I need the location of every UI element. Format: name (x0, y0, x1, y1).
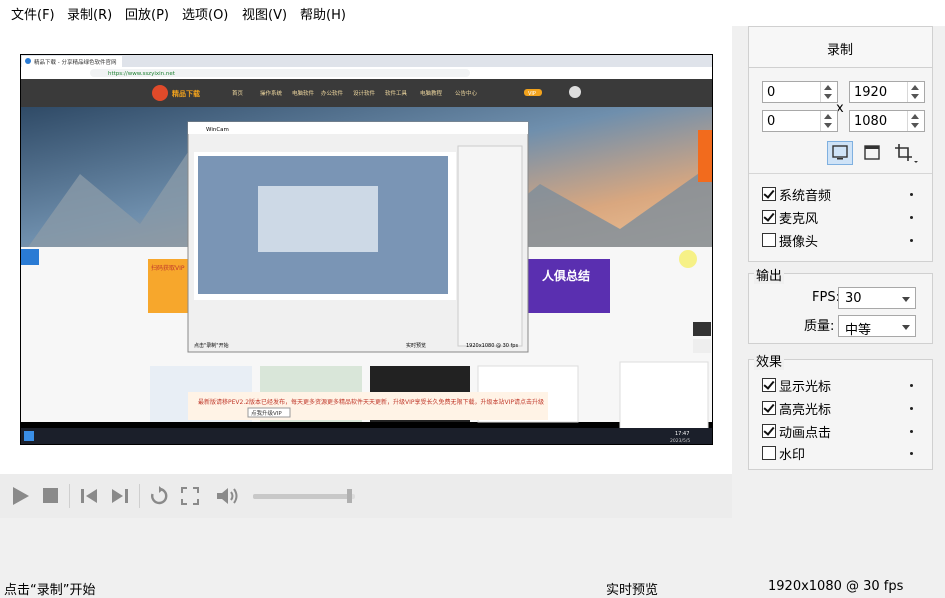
fps-select[interactable]: 30 (838, 287, 916, 309)
height-arrows[interactable] (907, 111, 924, 131)
skip-start-icon[interactable] (79, 486, 99, 506)
width-value: 1920 (854, 85, 888, 100)
svg-text:VIP: VIP (528, 91, 536, 97)
microphone-checkbox[interactable] (762, 210, 776, 224)
status-bar: 点击“录制”开始 实时预览 1920x1080 @ 30 fps (0, 576, 945, 598)
svg-text:人俱总结: 人俱总结 (542, 268, 590, 283)
animate-clicks-more-dot[interactable] (910, 430, 913, 433)
volume-icon[interactable] (216, 486, 242, 506)
svg-text:17:47: 17:47 (675, 431, 689, 437)
site-nav: 首页 操作系统 电脑软件 办公软件 设计软件 软件工具 电脑教程 公告中心 (232, 89, 478, 97)
svg-text:WinCam: WinCam (206, 127, 229, 133)
width-spinner[interactable]: 1920 (849, 81, 925, 103)
menu-options[interactable]: 选项(O) (182, 4, 228, 23)
highlight-cursor-label: 高亮光标 (779, 403, 832, 418)
svg-text:操作系统: 操作系统 (260, 89, 283, 97)
height-value: 1080 (854, 114, 888, 129)
microphone-label: 麦克风 (779, 212, 819, 227)
svg-text:扫码获取VIP: 扫码获取VIP (151, 264, 185, 272)
stop-icon[interactable] (41, 486, 61, 506)
status-hint: 点击“录制”开始 (4, 583, 96, 598)
width-arrows[interactable] (907, 82, 924, 102)
effects-title: 效果 (754, 351, 785, 370)
record-button[interactable]: 录制 (749, 27, 932, 68)
system-audio-checkbox[interactable] (762, 187, 776, 201)
effects-group: 显示光标 高亮光标 动画点击 水印 (748, 359, 933, 470)
height-spinner[interactable]: 1080 (849, 110, 925, 132)
fps-label: FPS: (812, 290, 840, 305)
svg-text:设计软件: 设计软件 (353, 89, 376, 97)
y-offset-arrows[interactable] (820, 111, 837, 131)
quality-value: 中等 (845, 323, 872, 338)
chevron-down-icon (902, 325, 910, 330)
browser-url: https://www.sszyixin.net (108, 71, 176, 77)
svg-text:电脑软件: 电脑软件 (292, 89, 315, 97)
show-cursor-checkbox[interactable] (762, 378, 776, 392)
highlight-cursor-checkbox[interactable] (762, 401, 776, 415)
volume-slider-fill (253, 494, 350, 499)
notice-text: 最新版请移PEV2.2版本已经发布，每天更多资源更多精品软件天天更新，升级VIP… (198, 398, 544, 406)
animate-clicks-label: 动画点击 (779, 426, 832, 441)
svg-text:2023/5/5: 2023/5/5 (670, 438, 690, 444)
menu-bar: 文件(F) 录制(R) 回放(P) 选项(O) 视图(V) 帮助(H) (0, 0, 945, 26)
show-cursor-more-dot[interactable] (910, 384, 913, 387)
output-title: 输出 (754, 265, 785, 284)
webcam-label: 摄像头 (779, 235, 819, 250)
y-offset-spinner[interactable]: 0 (762, 110, 838, 132)
svg-text:公告中心: 公告中心 (455, 89, 478, 97)
capture-divider (749, 173, 932, 174)
svg-text:精品下载: 精品下载 (172, 89, 200, 98)
fullscreen-icon[interactable] (180, 486, 200, 506)
x-offset-spinner[interactable]: 0 (762, 81, 838, 103)
svg-text:软件工具: 软件工具 (385, 89, 408, 97)
quality-select[interactable]: 中等 (838, 315, 916, 338)
fps-value: 30 (845, 291, 862, 306)
loop-icon[interactable] (149, 486, 169, 506)
menu-file[interactable]: 文件(F) (11, 4, 55, 23)
svg-text:电脑教程: 电脑教程 (420, 89, 443, 97)
quality-label: 质量: (804, 319, 835, 334)
svg-text:实时预览: 实时预览 (406, 342, 426, 349)
animate-clicks-checkbox[interactable] (762, 424, 776, 438)
volume-slider-thumb[interactable] (346, 489, 352, 503)
svg-text:点我升级VIP: 点我升级VIP (251, 409, 282, 417)
watermark-label: 水印 (779, 448, 806, 463)
menu-playback[interactable]: 回放(P) (125, 4, 169, 23)
volume-slider[interactable] (253, 489, 355, 503)
region-crop-icon[interactable] (891, 141, 921, 165)
status-resolution: 1920x1080 @ 30 fps (768, 579, 904, 594)
system-audio-label: 系统音频 (779, 189, 832, 204)
watermark-checkbox[interactable] (762, 446, 776, 460)
skip-end-icon[interactable] (110, 486, 130, 506)
control-separator (69, 484, 70, 508)
record-button-label: 录制 (827, 43, 854, 58)
live-preview-screen: 精品下载 - 分享精品绿色软件官网 https://www.sszyixin.n… (20, 54, 713, 445)
browser-tab-title: 精品下载 - 分享精品绿色软件官网 (34, 58, 117, 66)
highlight-cursor-more-dot[interactable] (910, 407, 913, 410)
y-offset-value: 0 (767, 114, 776, 129)
window-mode-icon[interactable] (859, 141, 885, 165)
status-mode: 实时预览 (606, 583, 659, 598)
control-separator (139, 484, 140, 508)
menu-record[interactable]: 录制(R) (67, 4, 112, 23)
svg-text:首页: 首页 (232, 89, 244, 97)
microphone-more-dot[interactable] (910, 216, 913, 219)
fullscreen-mode-icon[interactable] (827, 141, 853, 165)
menu-help[interactable]: 帮助(H) (300, 4, 346, 23)
capture-settings-group: 录制 0 x 1920 0 1080 系统音频 麦克风 摄像头 (748, 26, 933, 262)
svg-text:点击"录制"开始: 点击"录制"开始 (194, 342, 229, 349)
webcam-checkbox[interactable] (762, 233, 776, 247)
watermark-more-dot[interactable] (910, 452, 913, 455)
svg-text:办公软件: 办公软件 (321, 89, 344, 97)
x-offset-value: 0 (767, 85, 776, 100)
x-offset-arrows[interactable] (820, 82, 837, 102)
svg-text:1920x1080 @ 30 fps: 1920x1080 @ 30 fps (466, 343, 518, 349)
chevron-down-icon (902, 297, 910, 302)
system-audio-more-dot[interactable] (910, 193, 913, 196)
menu-view[interactable]: 视图(V) (242, 4, 287, 23)
play-icon[interactable] (10, 486, 30, 506)
show-cursor-label: 显示光标 (779, 380, 832, 395)
webcam-more-dot[interactable] (910, 239, 913, 242)
